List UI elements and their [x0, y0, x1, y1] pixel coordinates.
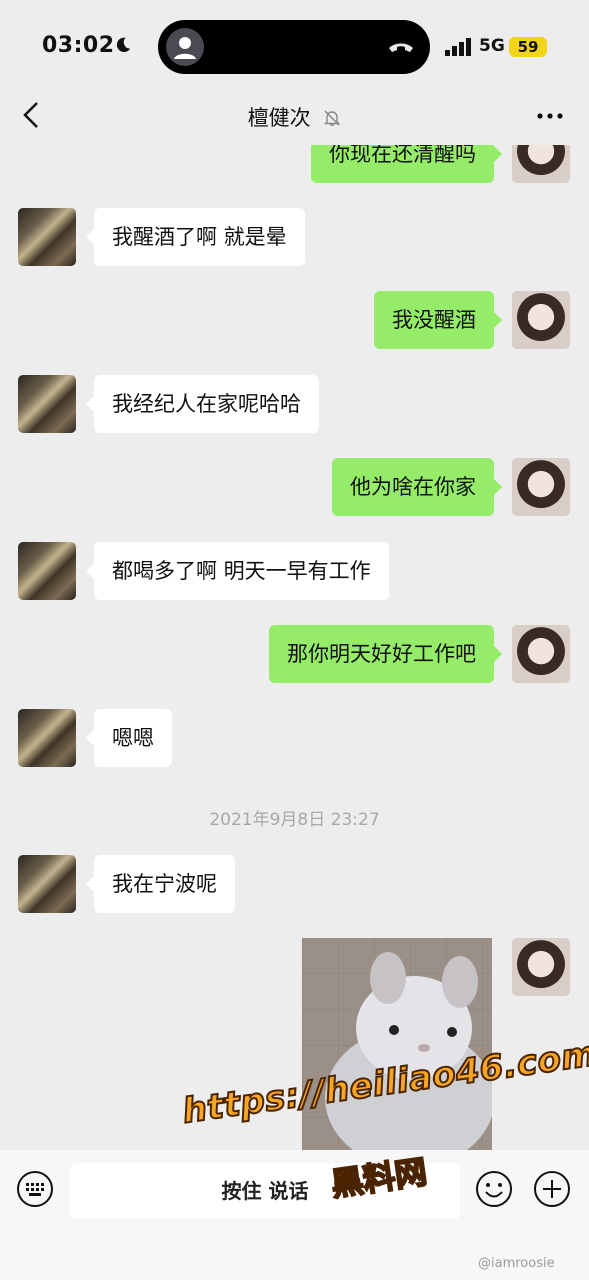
message-bubble-received[interactable]: 我在宁波呢 [86, 855, 235, 913]
status-time: 03:02 [42, 33, 115, 58]
chat-title: 檀健次 [247, 106, 311, 130]
contact-avatar[interactable] [18, 709, 76, 767]
chat-header: 檀健次 [0, 90, 589, 145]
message-bubble-received[interactable]: 我经纪人在家呢哈哈 [86, 375, 319, 433]
dynamic-island[interactable] [158, 20, 430, 74]
caller-avatar-icon [166, 28, 204, 66]
status-bar: 03:02 5G 59 [0, 0, 589, 90]
moon-icon [116, 37, 131, 53]
contact-avatar[interactable] [18, 542, 76, 600]
chinchilla-photo-icon [325, 952, 492, 1150]
contact-avatar[interactable] [18, 208, 76, 266]
contact-avatar[interactable] [18, 855, 76, 913]
plus-icon[interactable] [533, 1170, 571, 1208]
more-icon[interactable] [536, 112, 564, 120]
message-list[interactable]: 你现在还清醒吗 我醒酒了啊 就是晕 我没醒酒 我经纪人在家呢哈哈 他为啥在你家 … [0, 145, 589, 1150]
my-avatar[interactable] [512, 145, 570, 183]
network-type: 5G [479, 36, 505, 56]
chat-title-container: 檀健次 [0, 102, 589, 132]
watermark-credit: @iamroosie [478, 1256, 555, 1271]
my-avatar[interactable] [512, 458, 570, 516]
hang-up-icon[interactable] [386, 34, 416, 60]
signal-icon [445, 38, 471, 56]
my-avatar[interactable] [512, 938, 570, 996]
my-avatar[interactable] [512, 625, 570, 683]
image-message[interactable] [302, 938, 492, 1150]
emoji-icon[interactable] [475, 1170, 513, 1208]
message-bubble-sent[interactable]: 那你明天好好工作吧 [269, 625, 502, 683]
message-bubble-sent[interactable]: 你现在还清醒吗 [311, 145, 502, 183]
message-bubble-sent[interactable]: 他为啥在你家 [332, 458, 502, 516]
message-bubble-received[interactable]: 嗯嗯 [86, 709, 172, 767]
message-bubble-received[interactable]: 我醒酒了啊 就是晕 [86, 208, 305, 266]
my-avatar[interactable] [512, 291, 570, 349]
message-bubble-sent[interactable]: 我没醒酒 [374, 291, 502, 349]
contact-avatar[interactable] [18, 375, 76, 433]
message-timestamp: 2021年9月8日 23:27 [209, 810, 380, 830]
muted-bell-icon [324, 110, 341, 126]
keyboard-icon[interactable] [16, 1170, 54, 1208]
battery-level: 59 [509, 37, 547, 57]
message-bubble-received[interactable]: 都喝多了啊 明天一早有工作 [86, 542, 389, 600]
